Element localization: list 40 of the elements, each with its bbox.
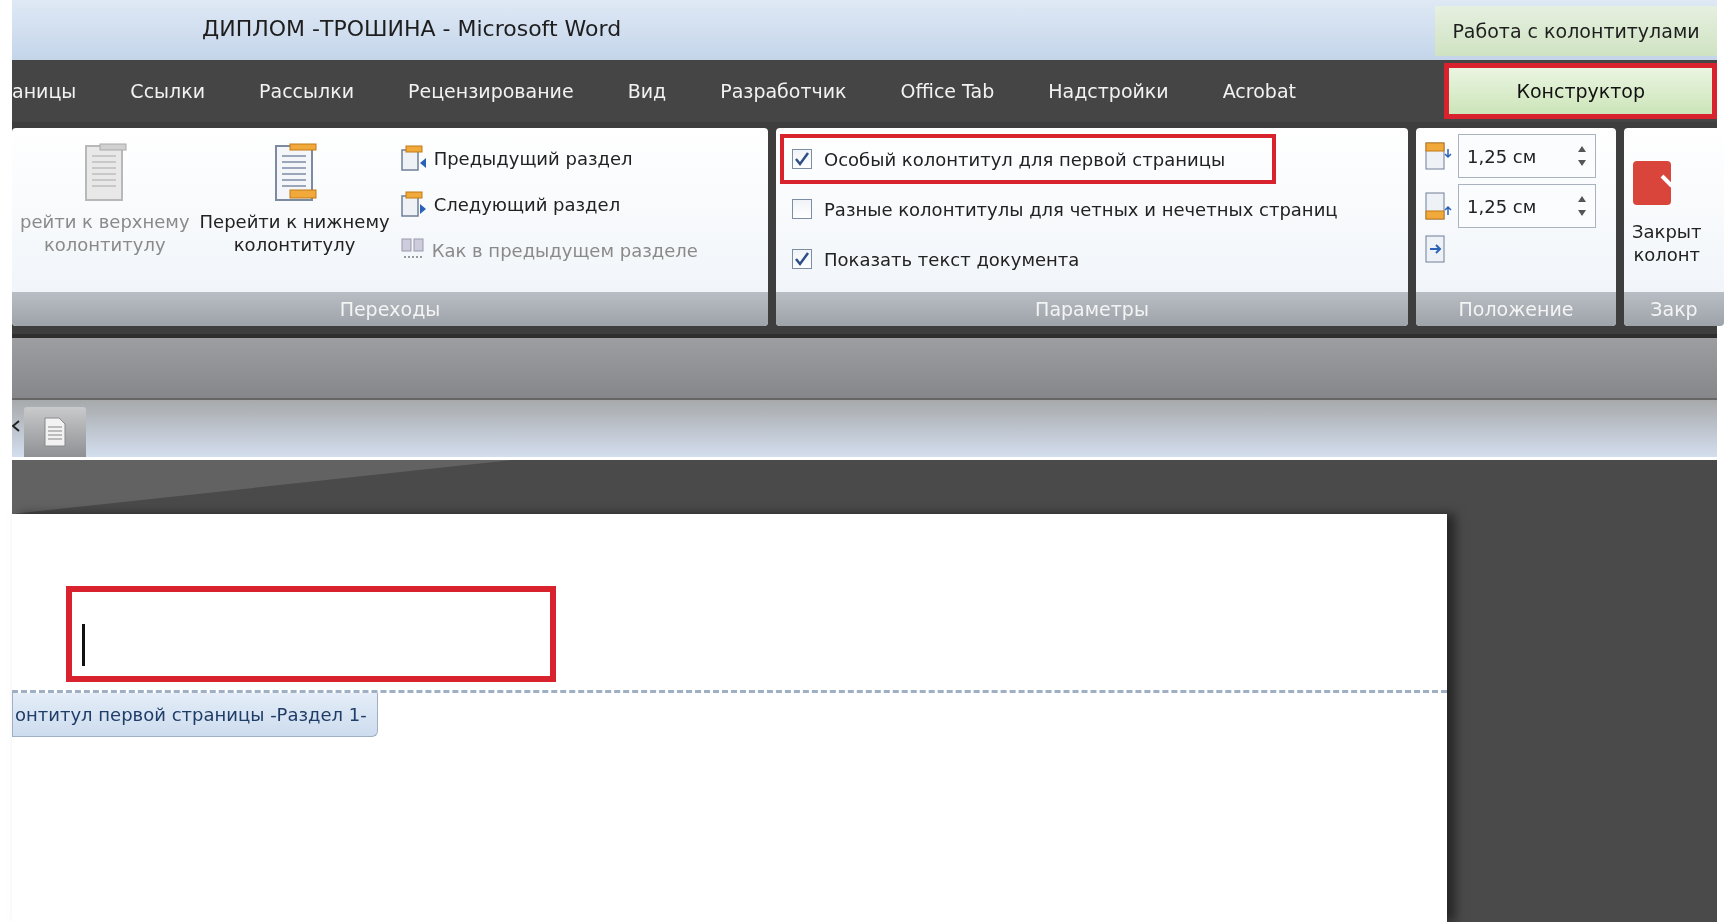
spin-field[interactable]: 1,25 см	[1458, 134, 1596, 178]
ribbon-tab[interactable]: Acrobat	[1195, 80, 1323, 102]
check-icon	[794, 151, 810, 167]
footer-position-icon	[1424, 191, 1452, 221]
ribbon-tab[interactable]: Надстройки	[1021, 80, 1196, 102]
ribbon-tab[interactable]: Вид	[600, 80, 694, 102]
previous-section-icon	[399, 144, 428, 172]
ribbon-button[interactable]: Перейти к нижнему колонтитулу	[199, 134, 390, 286]
checkbox[interactable]	[792, 249, 812, 269]
checkbox-label: Показать текст документа	[824, 248, 1080, 270]
ribbon-tab[interactable]: Рассылки	[232, 80, 381, 102]
close-header-button[interactable]: Закрыт колонт	[1632, 134, 1716, 286]
ribbon-tab[interactable]: Ссылки	[103, 80, 233, 102]
group-label: Переходы	[12, 292, 768, 326]
ribbon-tab[interactable]: Конструктор	[1444, 63, 1717, 119]
ribbon-tab[interactable]: Рецензирование	[381, 80, 601, 102]
next-section-icon	[399, 190, 428, 218]
ribbon-button[interactable]: Следующий раздел	[399, 186, 698, 222]
spin-field[interactable]: 1,25 см	[1458, 184, 1596, 228]
document-icon	[44, 417, 66, 447]
header-section-tag: онтитул первой страницы -Раздел 1-	[12, 693, 378, 737]
header-position-icon	[1424, 141, 1452, 171]
checkbox-label: Разные колонтитулы для четных и нечетных страниц	[824, 198, 1338, 220]
ribbon-tab[interactable]: Office Tab	[873, 80, 1022, 102]
group-label: Параметры	[776, 292, 1408, 326]
ribbon-tab[interactable]: Разработчик	[693, 80, 874, 102]
ribbon-tab[interactable]: аницы	[12, 80, 104, 102]
checkbox-label: Особый колонтитул для первой страницы	[824, 148, 1226, 170]
header-field[interactable]	[66, 586, 556, 682]
document-tab[interactable]	[24, 407, 86, 457]
group-label: Закр	[1624, 292, 1724, 326]
window-title: ДИПЛОМ -ТРОШИНА - Microsoft Word	[202, 16, 622, 41]
text-cursor	[82, 624, 85, 666]
alignment-tab-icon	[1424, 234, 1448, 264]
check-icon	[794, 251, 810, 267]
context-tab-group: Работа с колонтитулами	[1435, 6, 1717, 56]
checkbox[interactable]	[792, 199, 812, 219]
ribbon-button[interactable]: Предыдущий раздел	[399, 140, 698, 176]
group-label: Положение	[1416, 292, 1616, 326]
checkbox[interactable]	[792, 149, 812, 169]
